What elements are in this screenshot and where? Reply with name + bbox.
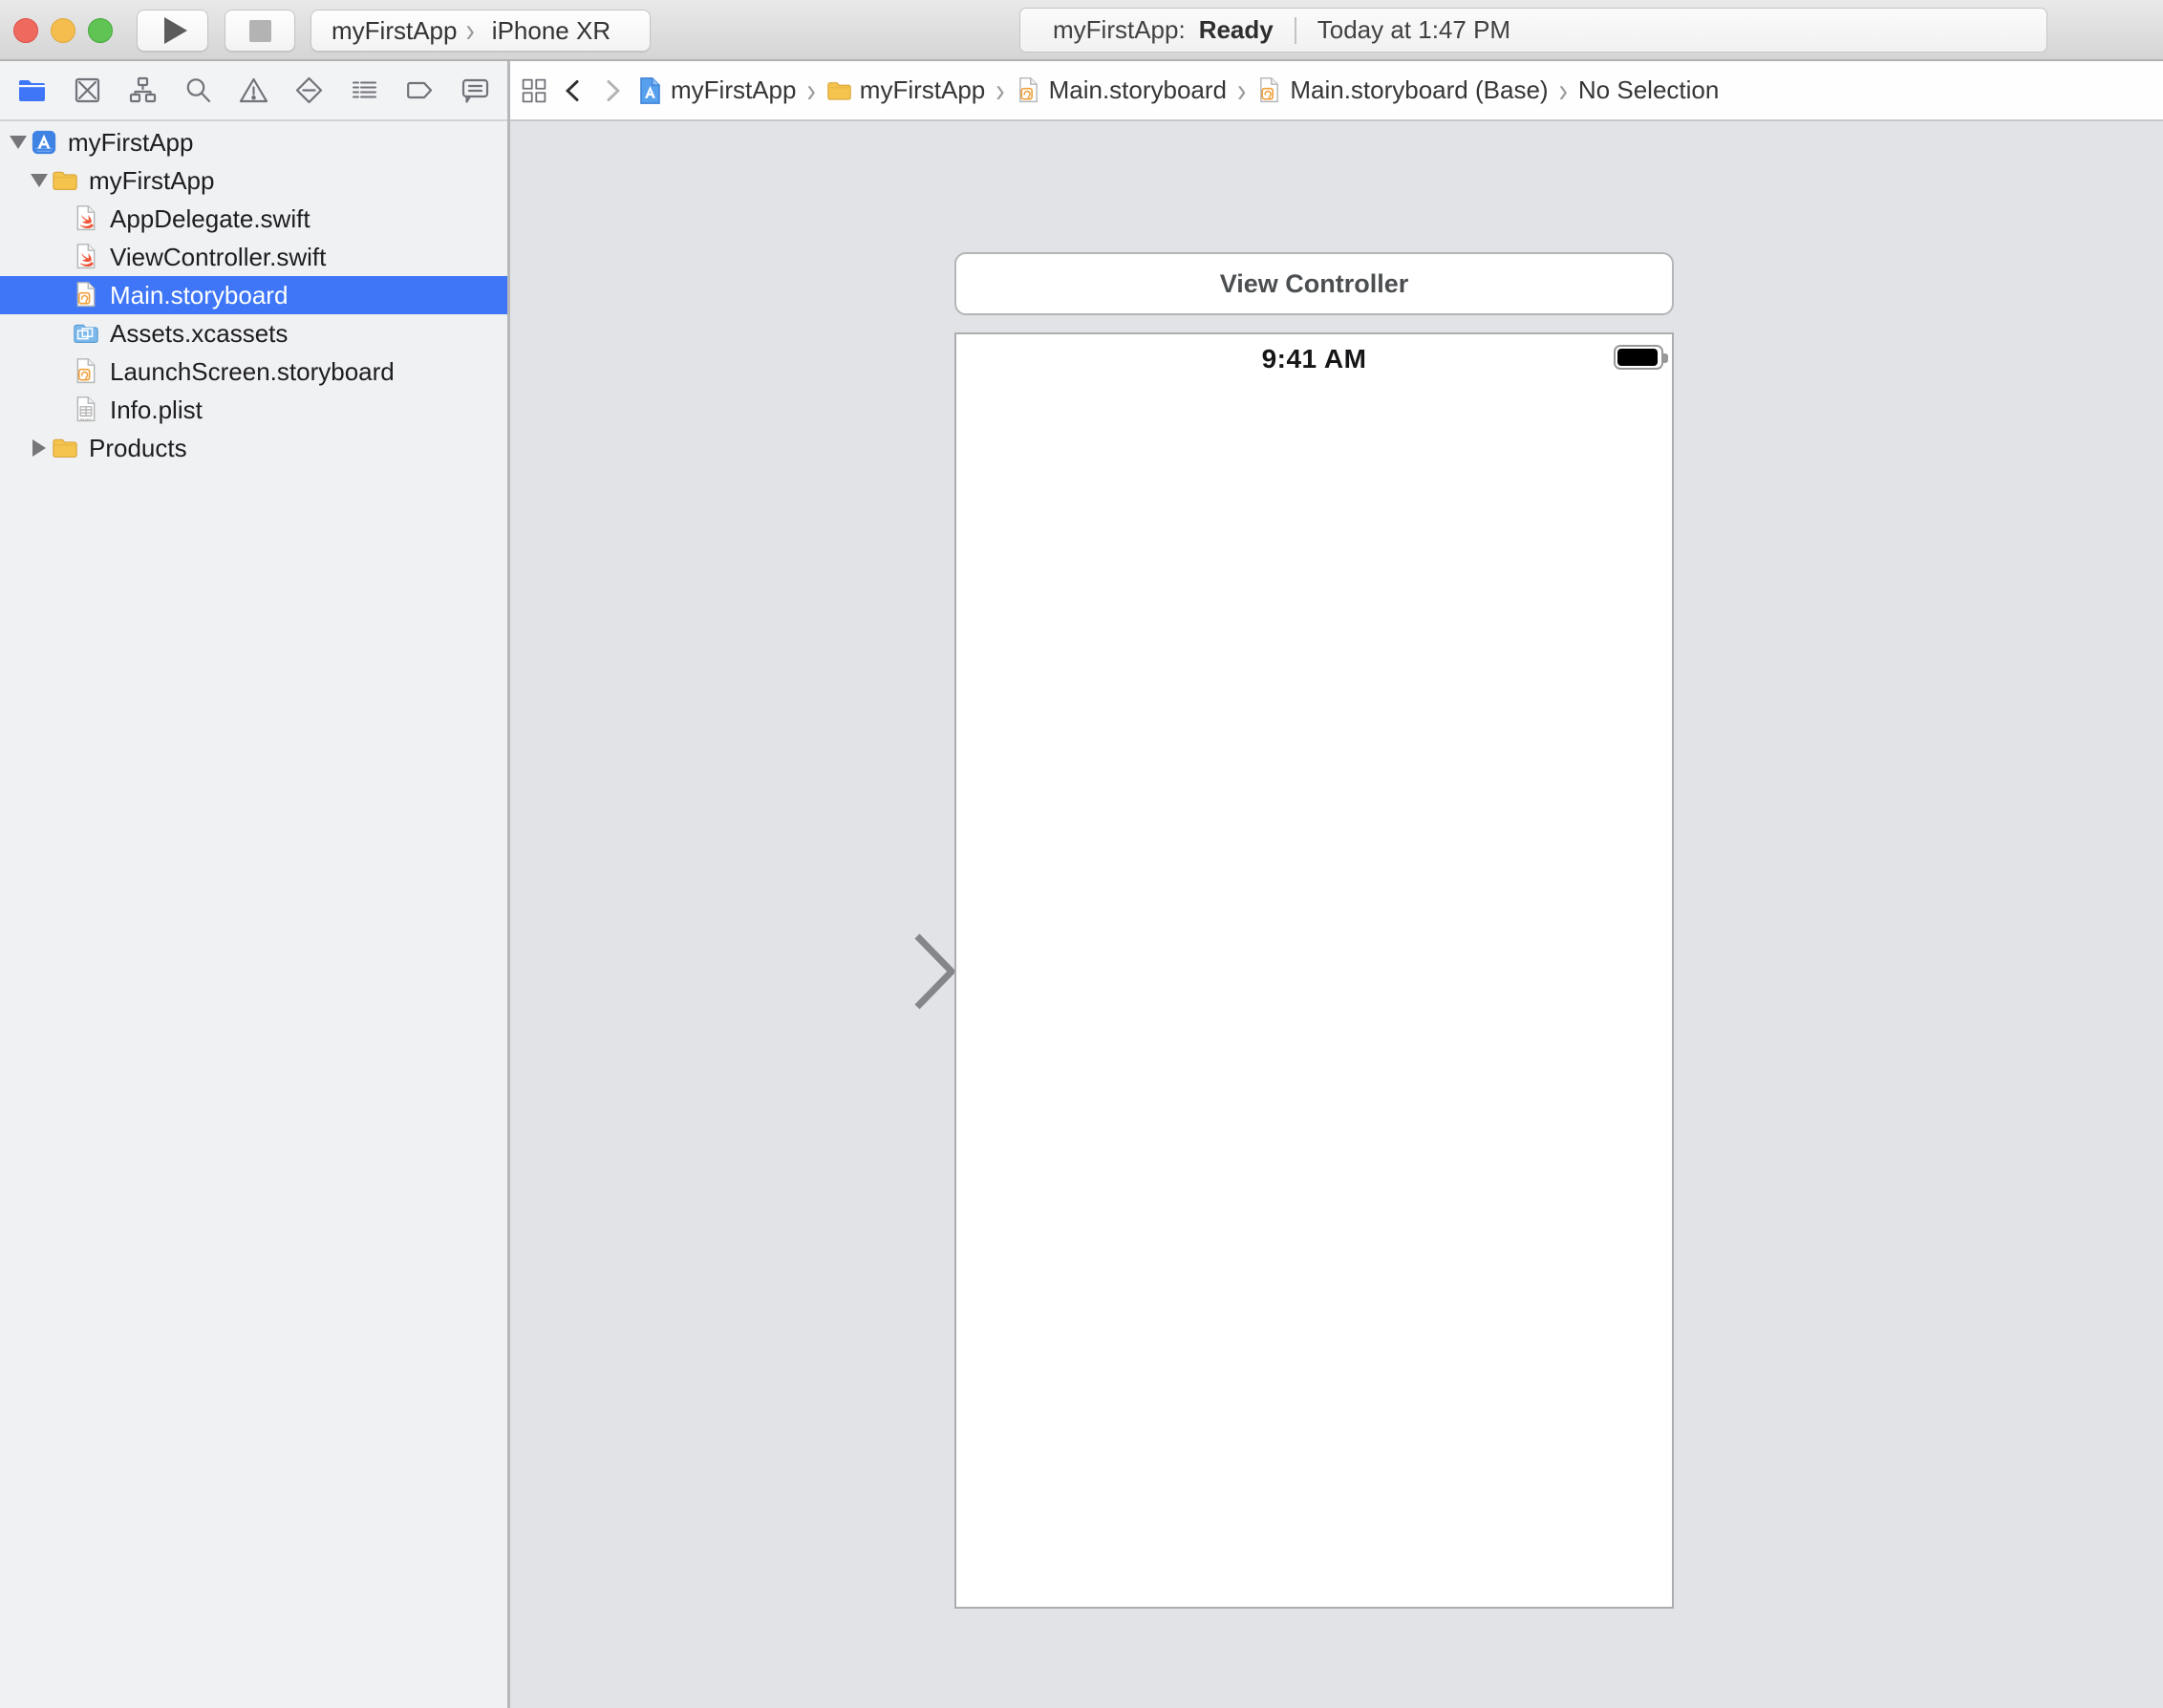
disclosure-triangle[interactable] bbox=[29, 439, 50, 457]
file-name-label: AppDelegate.swift bbox=[110, 204, 311, 234]
project-file-icon bbox=[637, 76, 663, 105]
storyboard-file-icon bbox=[71, 357, 101, 386]
swift-file-icon bbox=[71, 204, 101, 233]
report-navigator-icon[interactable] bbox=[458, 73, 494, 109]
breadcrumb-label: myFirstApp bbox=[671, 75, 796, 105]
breadcrumb-separator: › bbox=[1559, 72, 1568, 110]
zoom-button[interactable] bbox=[88, 18, 113, 43]
file-tree-row[interactable]: myFirstApp bbox=[0, 123, 507, 161]
file-tree-row[interactable]: PLIST Info.plist bbox=[0, 391, 507, 429]
navigator-icon-bar bbox=[0, 61, 507, 121]
scheme-device-label: iPhone XR bbox=[492, 16, 610, 46]
file-name-label: myFirstApp bbox=[68, 128, 193, 158]
run-button[interactable] bbox=[137, 10, 208, 52]
plist-file-icon: PLIST bbox=[71, 395, 101, 424]
status-divider bbox=[1295, 17, 1296, 44]
breadcrumb: myFirstApp › myFirstApp › Main.storyboar… bbox=[637, 75, 1719, 106]
file-tree-row[interactable]: Assets.xcassets bbox=[0, 314, 507, 352]
stop-button[interactable] bbox=[225, 10, 295, 52]
window-toolbar: myFirstApp › iPhone XR myFirstApp: Ready… bbox=[0, 0, 2163, 61]
folder-file-icon bbox=[50, 434, 80, 462]
breadcrumb-label: Main.storyboard bbox=[1049, 75, 1227, 105]
simulated-status-bar-time: 9:41 AM bbox=[956, 344, 1672, 374]
editor-jump-bar: myFirstApp › myFirstApp › Main.storyboar… bbox=[510, 61, 2163, 121]
file-tree-row[interactable]: Main.storyboard bbox=[0, 276, 507, 314]
breadcrumb-separator: › bbox=[1237, 72, 1246, 110]
storyboard-canvas: View Controller 9:41 AM bbox=[510, 121, 2163, 1708]
file-tree-row[interactable]: AppDelegate.swift bbox=[0, 200, 507, 238]
breadcrumb-separator: › bbox=[806, 72, 815, 110]
related-items-icon[interactable] bbox=[520, 76, 548, 105]
breadcrumb-item[interactable]: No Selection bbox=[1578, 75, 1719, 105]
project-file-icon bbox=[29, 128, 59, 157]
scene-title: View Controller bbox=[1220, 269, 1409, 299]
scene-title-bar[interactable]: View Controller bbox=[954, 252, 1674, 315]
test-navigator-icon[interactable] bbox=[291, 73, 328, 109]
breadcrumb-item[interactable]: Main.storyboard bbox=[1016, 75, 1227, 105]
activity-status-display: myFirstApp: Ready Today at 1:47 PM bbox=[1019, 8, 2047, 53]
breakpoint-navigator-icon[interactable] bbox=[402, 73, 439, 109]
back-chevron-icon[interactable] bbox=[559, 76, 588, 105]
close-button[interactable] bbox=[13, 18, 38, 43]
file-tree-row[interactable]: Products bbox=[0, 429, 507, 467]
swift-file-icon bbox=[71, 243, 101, 271]
breadcrumb-label: No Selection bbox=[1578, 75, 1719, 105]
storyboard-file-icon bbox=[1256, 76, 1282, 105]
file-name-label: Info.plist bbox=[110, 395, 203, 425]
issue-navigator-icon[interactable] bbox=[235, 73, 271, 109]
breadcrumb-item[interactable]: Main.storyboard (Base) bbox=[1256, 75, 1548, 105]
breadcrumb-item[interactable]: myFirstApp bbox=[826, 75, 985, 105]
file-name-label: myFirstApp bbox=[89, 166, 214, 196]
status-time: Today at 1:47 PM bbox=[1317, 15, 1510, 45]
storyboard-file-icon bbox=[1016, 76, 1041, 105]
file-tree-row[interactable]: myFirstApp bbox=[0, 161, 507, 200]
traffic-lights bbox=[13, 18, 113, 43]
scheme-app-label: myFirstApp bbox=[332, 16, 457, 46]
debug-navigator-icon[interactable] bbox=[347, 73, 383, 109]
file-name-label: Products bbox=[89, 434, 187, 463]
disclosure-triangle[interactable] bbox=[8, 136, 29, 149]
status-project-label: myFirstApp: bbox=[1053, 15, 1186, 45]
scheme-selector[interactable]: myFirstApp › iPhone XR bbox=[311, 10, 651, 52]
symbol-navigator-icon[interactable] bbox=[124, 73, 161, 109]
folder-file-icon bbox=[50, 166, 80, 195]
status-state: Ready bbox=[1199, 15, 1274, 45]
file-tree-row[interactable]: ViewController.swift bbox=[0, 238, 507, 276]
view-controller-view[interactable]: 9:41 AM bbox=[954, 332, 1674, 1609]
folder-icon bbox=[826, 76, 852, 105]
assets-file-icon bbox=[71, 319, 101, 348]
play-icon bbox=[164, 17, 187, 44]
disclosure-triangle[interactable] bbox=[29, 174, 50, 187]
find-navigator-icon[interactable] bbox=[180, 73, 216, 109]
file-name-label: Main.storyboard bbox=[110, 281, 288, 310]
project-navigator-icon[interactable] bbox=[13, 73, 50, 109]
breadcrumb-label: Main.storyboard (Base) bbox=[1290, 75, 1548, 105]
file-name-label: Assets.xcassets bbox=[110, 319, 288, 349]
forward-chevron-icon[interactable] bbox=[598, 76, 627, 105]
breadcrumb-separator: › bbox=[996, 72, 1004, 110]
minimize-button[interactable] bbox=[51, 18, 75, 43]
storyboard-file-icon bbox=[71, 281, 101, 310]
scheme-separator: › bbox=[465, 11, 474, 50]
breadcrumb-item[interactable]: myFirstApp bbox=[637, 75, 796, 105]
stop-icon bbox=[249, 20, 271, 42]
file-name-label: ViewController.swift bbox=[110, 243, 326, 272]
file-tree-row[interactable]: LaunchScreen.storyboard bbox=[0, 352, 507, 391]
battery-icon bbox=[1614, 345, 1663, 370]
file-name-label: LaunchScreen.storyboard bbox=[110, 357, 395, 387]
source-control-navigator-icon[interactable] bbox=[69, 73, 105, 109]
breadcrumb-label: myFirstApp bbox=[860, 75, 985, 105]
project-navigator-panel: myFirstApp myFirstApp AppDelegate.swift … bbox=[0, 121, 507, 1708]
storyboard-entry-point-arrow[interactable] bbox=[749, 926, 969, 1017]
svg-text:PLIST: PLIST bbox=[80, 417, 92, 422]
